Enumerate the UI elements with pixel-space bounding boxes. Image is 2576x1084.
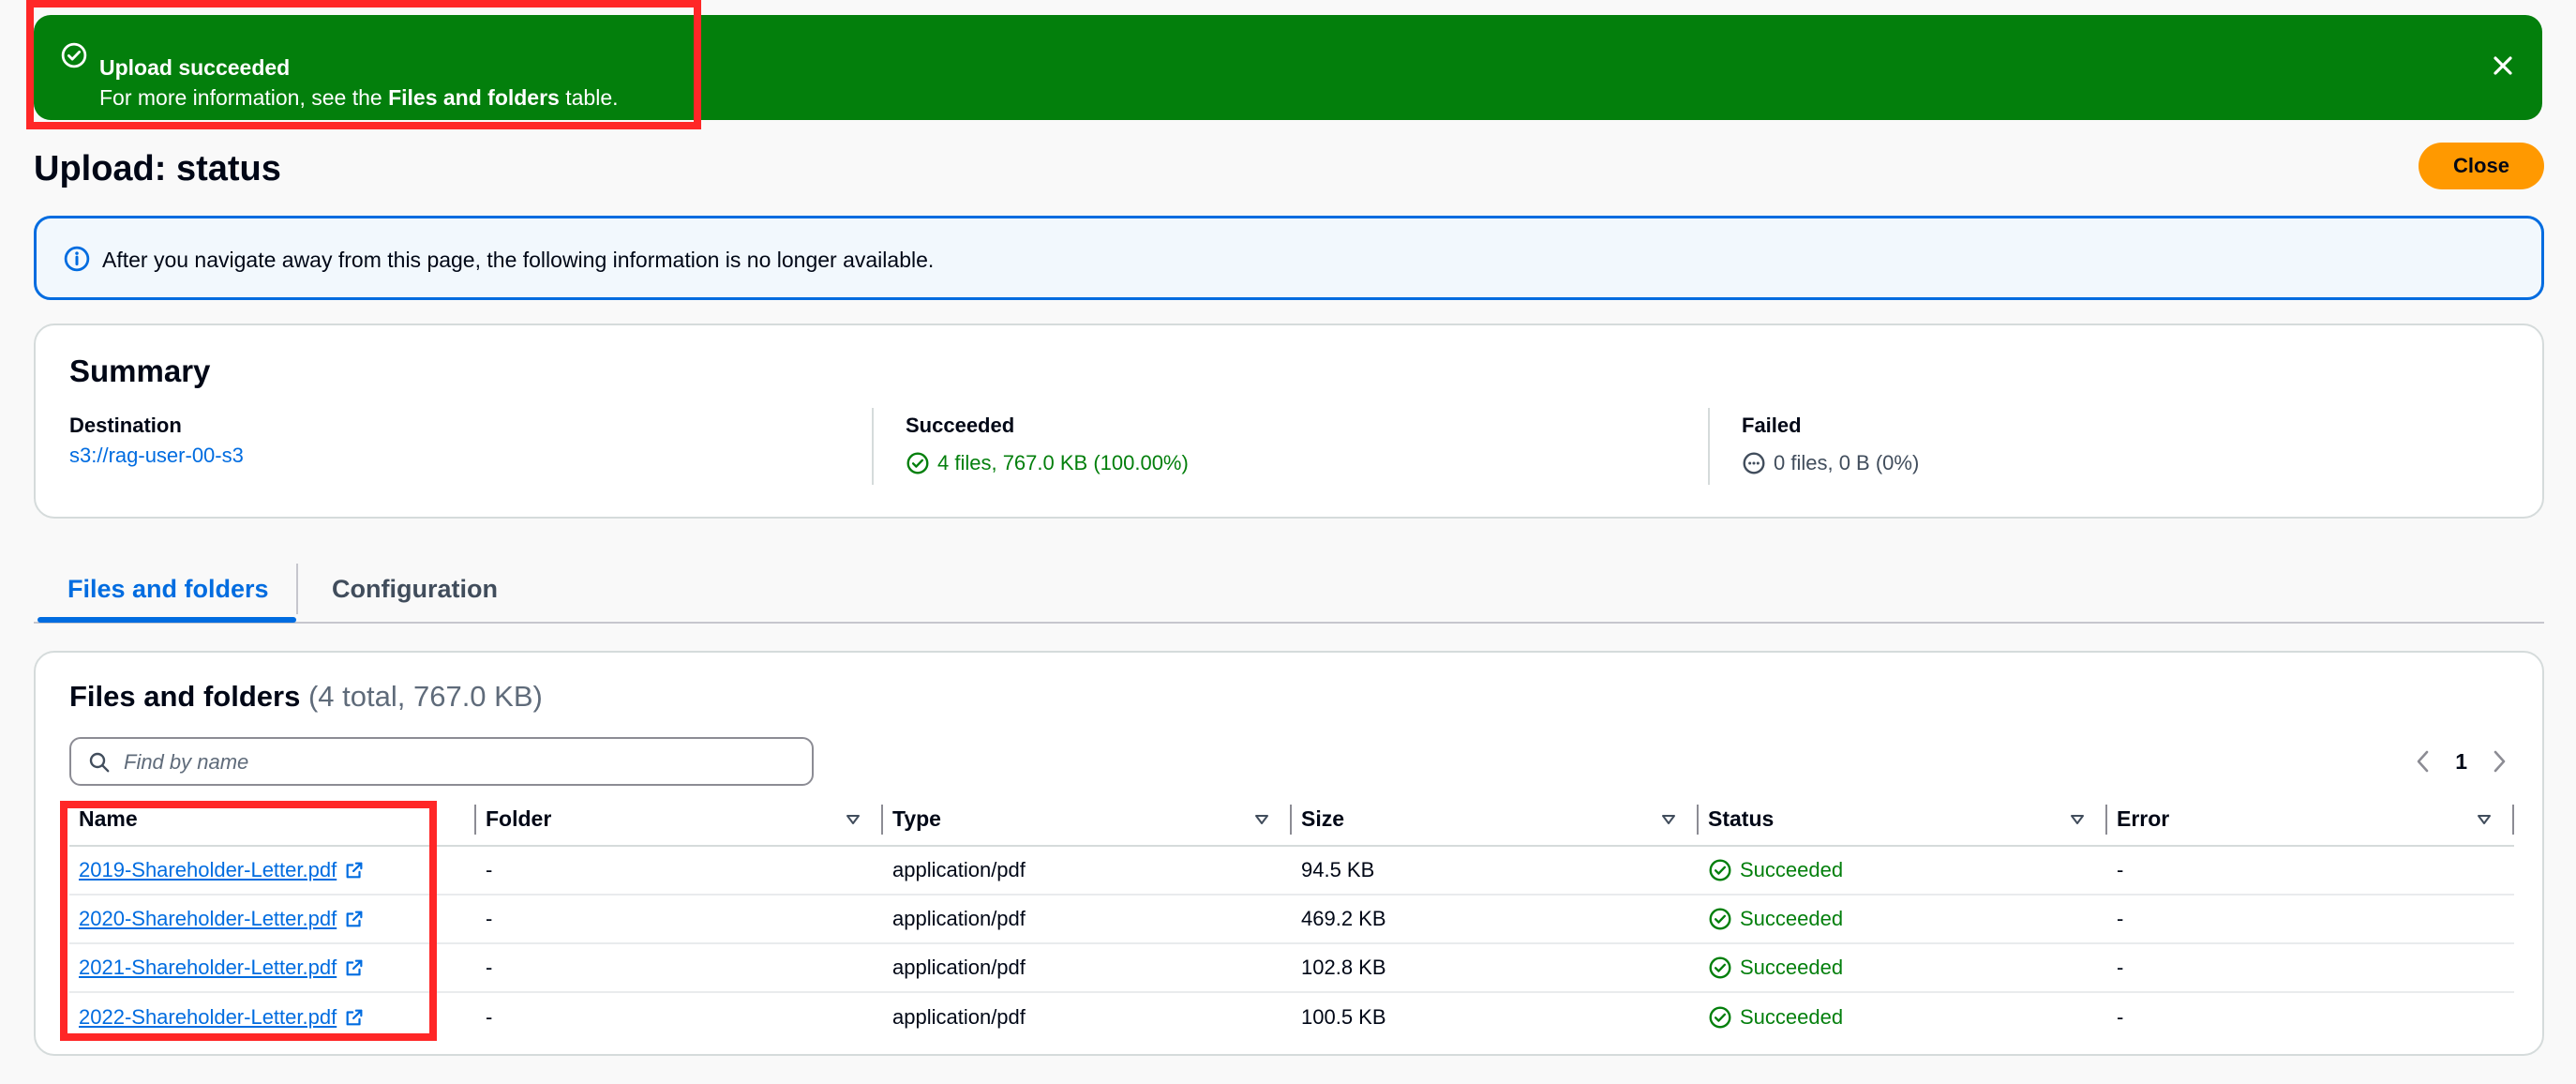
column-header-type[interactable]: Type [883,793,1292,847]
folder-cell: - [476,943,883,993]
sort-caret-icon[interactable] [1659,810,1678,829]
page-number[interactable]: 1 [2455,749,2467,775]
flash-title: Upload succeeded [99,55,291,80]
check-circle-icon [1709,956,1731,979]
failed-value: 0 files, 0 B (0%) [1774,451,1920,474]
check-circle-icon [1709,908,1731,930]
tab-files-and-folders[interactable]: Files and folders [67,571,269,607]
sort-caret-icon[interactable] [1252,810,1271,829]
info-alert-text: After you navigate away from this page, … [102,248,935,272]
size-cell: 100.5 KB [1301,1004,1386,1029]
tab-configuration[interactable]: Configuration [332,571,498,607]
check-circle-icon [1709,1006,1731,1028]
status-cell: Succeeded [1708,956,2107,980]
summary-destination: Destination s3://rag-user-00-s3 [69,412,244,494]
tab-divider [296,564,298,614]
failed-label: Failed [1742,414,1802,437]
folder-cell: - [476,846,883,896]
files-and-folders-container: Files and folders (4 total, 767.0 KB) 1 … [34,651,2544,1056]
files-table: Name Folder Type Size Status Error 2019-… [69,793,2514,1041]
close-button[interactable]: Close [2419,143,2544,189]
status-cell: Succeeded [1708,858,2107,882]
summary-title: Summary [69,354,211,388]
external-link-icon [346,862,363,879]
check-circle-icon [61,42,87,68]
status-cell: Succeeded [1708,907,2107,931]
files-count: (4 total, 767.0 KB) [307,680,543,713]
table-header-row: Name Folder Type Size Status Error [69,793,2514,847]
column-header-error[interactable]: Error [2107,793,2514,847]
error-cell: - [2107,943,2514,993]
destination-label: Destination [69,414,182,437]
folder-cell: - [486,1004,493,1029]
sort-caret-icon[interactable] [844,810,862,829]
table-row: 2020-Shareholder-Letter.pdf - applicatio… [69,895,2514,944]
info-icon [64,246,90,272]
page-title: Upload: status [34,149,281,188]
column-header-folder[interactable]: Folder [476,793,883,847]
column-header-status[interactable]: Status [1699,793,2107,847]
info-alert: After you navigate away from this page, … [34,216,2544,300]
external-link-icon [346,911,363,927]
search-box [69,737,814,786]
check-circle-icon [1709,859,1731,881]
tabs: Files and folders Configuration [34,558,2544,624]
type-cell: application/pdf [892,1004,1026,1029]
error-cell: - [2117,1004,2124,1029]
file-link[interactable]: 2021-Shareholder-Letter.pdf [79,956,365,980]
pagination: 1 [2412,745,2510,778]
column-header-size[interactable]: Size [1292,793,1699,847]
file-link[interactable]: 2022-Shareholder-Letter.pdf [79,1005,365,1030]
active-tab-indicator [37,617,296,623]
summary-succeeded: Succeeded 4 files, 767.0 KB (100.00%) [906,412,1189,494]
type-cell: application/pdf [883,895,1292,944]
summary-failed: Failed 0 files, 0 B (0%) [1742,412,1919,494]
chevron-right-icon[interactable] [2488,747,2510,775]
file-link[interactable]: 2019-Shareholder-Letter.pdf [79,858,365,882]
status-cell: Succeeded [1708,1005,2107,1030]
search-icon [89,752,110,773]
error-cell: - [2107,895,2514,944]
size-cell: 469.2 KB [1292,895,1699,944]
size-cell: 102.8 KB [1292,943,1699,993]
sort-caret-icon[interactable] [2068,810,2087,829]
summary-container: Summary Destination s3://rag-user-00-s3 … [34,324,2544,519]
check-circle-icon [906,452,929,474]
folder-cell: - [476,895,883,944]
close-icon[interactable] [2488,51,2518,81]
type-cell: application/pdf [883,943,1292,993]
upload-succeeded-flashbar: Upload succeeded For more information, s… [34,15,2542,120]
column-header-name[interactable]: Name [69,793,476,847]
external-link-icon [346,1009,363,1025]
summary-divider [872,408,874,485]
files-title: Files and folders (4 total, 767.0 KB) [69,680,543,713]
table-row: 2021-Shareholder-Letter.pdf - applicatio… [69,943,2514,993]
flash-message-bold: Files and folders [388,85,560,110]
column-resizer[interactable] [2512,805,2514,835]
search-input[interactable] [124,746,799,778]
size-cell: 94.5 KB [1292,846,1699,896]
chevron-left-icon[interactable] [2412,747,2434,775]
sort-caret-icon[interactable] [2475,810,2494,829]
file-link[interactable]: 2020-Shareholder-Letter.pdf [79,907,365,931]
type-cell: application/pdf [883,846,1292,896]
table-row: 2019-Shareholder-Letter.pdf - applicatio… [69,846,2514,896]
table-row: 2022-Shareholder-Letter.pdf - applicatio… [69,992,2514,1041]
more-circle-icon [1743,452,1765,474]
external-link-icon [346,959,363,976]
destination-link[interactable]: s3://rag-user-00-s3 [69,442,244,470]
succeeded-label: Succeeded [906,414,1015,437]
summary-divider [1708,408,1710,485]
error-cell: - [2107,846,2514,896]
flash-message: For more information, see the Files and … [99,85,619,110]
succeeded-value: 4 files, 767.0 KB (100.00%) [937,451,1189,474]
